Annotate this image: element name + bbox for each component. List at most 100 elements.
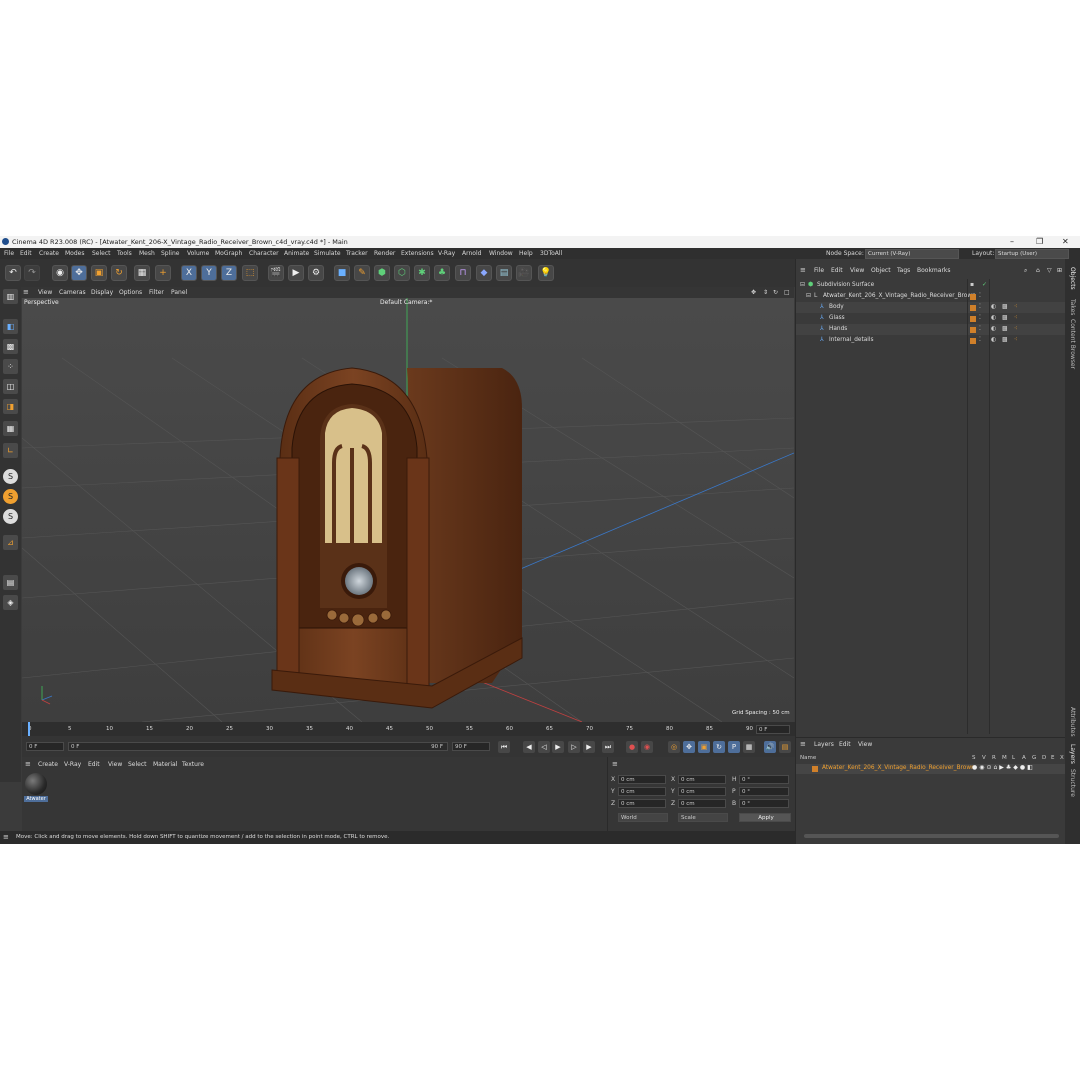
hamburger-icon[interactable]: ≡ bbox=[3, 833, 9, 841]
position-y-field[interactable]: 0 cm bbox=[618, 787, 666, 796]
close-button[interactable]: ✕ bbox=[1062, 237, 1069, 246]
object-menu-object[interactable]: Object bbox=[871, 267, 891, 274]
layers-menu-layers[interactable]: Layers bbox=[814, 741, 834, 748]
texture-mode-icon[interactable]: ▩ bbox=[3, 339, 18, 354]
axis-z-toggle[interactable]: Z bbox=[221, 265, 237, 281]
menu-file[interactable]: File bbox=[4, 250, 14, 257]
menu-volume[interactable]: Volume bbox=[187, 250, 209, 257]
menu-mesh[interactable]: Mesh bbox=[139, 250, 155, 257]
axis-x-toggle[interactable]: X bbox=[181, 265, 197, 281]
keyframe-selection-icon[interactable]: ◎ bbox=[668, 741, 680, 753]
end-frame-field[interactable]: 90 F bbox=[452, 742, 490, 751]
menu-edit[interactable]: Edit bbox=[20, 250, 32, 257]
menu-mograph[interactable]: MoGraph bbox=[215, 250, 242, 257]
layer-color-tag[interactable] bbox=[970, 327, 976, 333]
scale-tool-icon[interactable]: ▣ bbox=[91, 265, 107, 281]
node-space-dropdown[interactable]: Current (V-Ray) bbox=[865, 249, 959, 259]
menu-window[interactable]: Window bbox=[489, 250, 513, 257]
rotation-key-icon[interactable]: ↻ bbox=[713, 741, 725, 753]
material-menu-material[interactable]: Material bbox=[153, 761, 177, 768]
object-menu-edit[interactable]: Edit bbox=[831, 267, 843, 274]
object-row-internal[interactable]: ⅄ Internal_details ⁚ ◐ ▩ ⁖ bbox=[796, 335, 1066, 346]
cloner-icon[interactable]: ✱ bbox=[414, 265, 430, 281]
layer-row[interactable]: Atwater_Kent_206_X_Vintage_Radio_Receive… bbox=[796, 764, 1066, 774]
next-key-icon[interactable]: ▶ bbox=[583, 741, 595, 753]
layer-color-tag[interactable] bbox=[970, 294, 976, 300]
timeline-window-icon[interactable]: ▤ bbox=[779, 741, 791, 753]
previous-key-icon[interactable]: ◀ bbox=[523, 741, 535, 753]
render-picture-viewer-icon[interactable]: ▶ bbox=[288, 265, 304, 281]
points-mode-icon[interactable]: ⁘ bbox=[3, 359, 18, 374]
object-menu-view[interactable]: View bbox=[850, 267, 864, 274]
layer-color-tag[interactable] bbox=[970, 338, 976, 344]
quantize-icon[interactable]: S bbox=[3, 509, 18, 524]
tab-content-browser[interactable]: Content Browser bbox=[1069, 319, 1076, 369]
layer-color-swatch[interactable] bbox=[812, 766, 818, 772]
current-frame-field[interactable]: 0 F bbox=[26, 742, 64, 751]
menu-vray[interactable]: V-Ray bbox=[438, 250, 455, 257]
coordinate-mode-dropdown[interactable]: World bbox=[618, 813, 668, 822]
camera-icon[interactable]: 🎥 bbox=[516, 265, 532, 281]
position-z-field[interactable]: 0 cm bbox=[618, 799, 666, 808]
phong-tag-icon[interactable]: ◐ bbox=[991, 314, 996, 321]
object-row-radio[interactable]: ⊟ L Atwater_Kent_206_X_Vintage_Radio_Rec… bbox=[796, 291, 1066, 302]
viewport-menu-options[interactable]: Options bbox=[119, 289, 142, 296]
live-selection-icon[interactable]: ◉ bbox=[52, 265, 68, 281]
undo-button[interactable]: ↶ bbox=[5, 265, 21, 281]
cube-primitive-icon[interactable]: ■ bbox=[334, 265, 350, 281]
material-tag-icon[interactable]: ▩ bbox=[1002, 336, 1008, 343]
visibility-dots-icon[interactable]: ⁚ bbox=[979, 292, 981, 299]
scale-key-icon[interactable]: ▣ bbox=[698, 741, 710, 753]
menu-tools[interactable]: Tools bbox=[117, 250, 132, 257]
menu-spline[interactable]: Spline bbox=[161, 250, 179, 257]
viewport-zoom-icon[interactable]: ⇕ bbox=[763, 289, 768, 296]
recent-tools-icon[interactable]: ▦ bbox=[134, 265, 150, 281]
viewport-maximize-icon[interactable]: □ bbox=[784, 289, 790, 296]
enabled-check-icon[interactable]: ✓ bbox=[982, 281, 987, 288]
material-menu-create[interactable]: Create bbox=[38, 761, 58, 768]
viewport-menu-display[interactable]: Display bbox=[91, 289, 113, 296]
redo-button[interactable]: ↷ bbox=[24, 265, 40, 281]
object-filter-icon[interactable]: ▽ bbox=[1047, 267, 1052, 274]
render-view-icon[interactable]: 🎬 bbox=[268, 265, 284, 281]
tab-structure[interactable]: Structure bbox=[1069, 769, 1076, 797]
add-tool-icon[interactable]: + bbox=[155, 265, 171, 281]
phong-tag-icon[interactable]: ◐ bbox=[991, 303, 996, 310]
material-tag-icon[interactable]: ▩ bbox=[1002, 325, 1008, 332]
pla-key-icon[interactable]: ▦ bbox=[743, 741, 755, 753]
visibility-dots-icon[interactable]: ▪ bbox=[970, 281, 974, 288]
object-home-icon[interactable]: ⌂ bbox=[1036, 267, 1040, 274]
menu-tracker[interactable]: Tracker bbox=[346, 250, 368, 257]
solo-mode-icon[interactable]: ◈ bbox=[3, 595, 18, 610]
playhead[interactable] bbox=[28, 722, 30, 736]
motion-system-icon[interactable]: 🔊 bbox=[764, 741, 776, 753]
material-menu-texture[interactable]: Texture bbox=[182, 761, 204, 768]
selection-tag-icon[interactable]: ⁖ bbox=[1014, 303, 1018, 310]
make-editable-icon[interactable]: ▥ bbox=[3, 289, 18, 304]
object-row-body[interactable]: ⅄ Body ⁚ ◐ ▩ ⁖ bbox=[796, 302, 1066, 313]
menu-animate[interactable]: Animate bbox=[284, 250, 309, 257]
mograph-effector-icon[interactable]: ♣ bbox=[434, 265, 450, 281]
parameter-key-icon[interactable]: P bbox=[728, 741, 740, 753]
layer-color-tag[interactable] bbox=[970, 316, 976, 322]
polygons-mode-icon[interactable]: ◨ bbox=[3, 399, 18, 414]
visibility-dots-icon[interactable]: ⁚ bbox=[979, 303, 981, 310]
snap-icon[interactable]: S bbox=[3, 469, 18, 484]
go-to-start-icon[interactable]: ⏮ bbox=[498, 741, 510, 753]
menu-3dtoall[interactable]: 3DToAll bbox=[540, 250, 562, 257]
camera-label[interactable]: Default Camera:* bbox=[380, 299, 432, 306]
material-tag-icon[interactable]: ▩ bbox=[1002, 303, 1008, 310]
uv-mode-icon[interactable]: ▦ bbox=[3, 421, 18, 436]
coordinate-system-icon[interactable]: ⬚ bbox=[242, 265, 258, 281]
maximize-button[interactable]: ❐ bbox=[1036, 237, 1043, 246]
menu-select[interactable]: Select bbox=[92, 250, 111, 257]
size-x-field[interactable]: 0 cm bbox=[678, 775, 726, 784]
size-mode-dropdown[interactable]: Scale bbox=[678, 813, 728, 822]
viewport-rotate-icon[interactable]: ↻ bbox=[773, 289, 778, 296]
apply-button[interactable]: Apply bbox=[739, 813, 791, 822]
layout-dropdown[interactable]: Startup (User) bbox=[995, 249, 1069, 259]
floor-icon[interactable]: ▤ bbox=[496, 265, 512, 281]
material-menu-view[interactable]: View bbox=[108, 761, 122, 768]
selection-tag-icon[interactable]: ⁖ bbox=[1014, 336, 1018, 343]
go-to-end-icon[interactable]: ⏭ bbox=[602, 741, 614, 753]
